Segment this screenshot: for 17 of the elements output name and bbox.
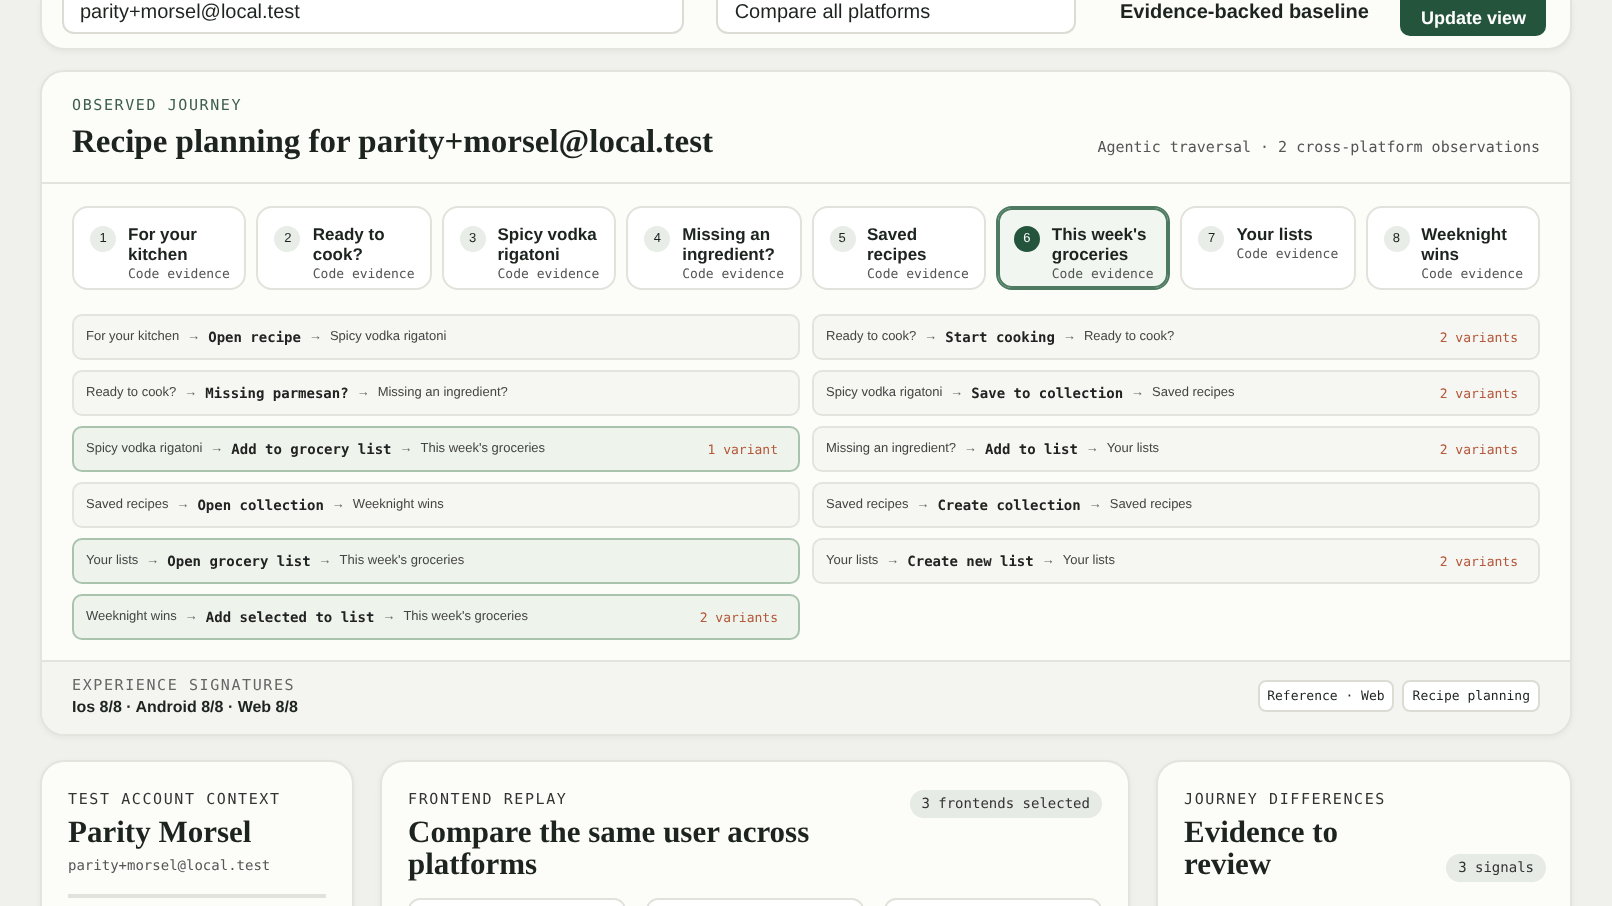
step-title: This week's groceries	[1051, 224, 1149, 264]
step-title: Saved recipes	[867, 224, 929, 264]
signatures-value: Ios 8/8 · Android 8/8 · Web 8/8	[72, 698, 298, 716]
replay-title: Compare the same user across platforms	[408, 818, 812, 882]
platform-select[interactable]: Compare all platforms	[716, 0, 1076, 34]
account-field[interactable]: parity+morsel@local.test	[62, 0, 685, 34]
step-title: Ready to cook?	[312, 224, 387, 264]
step-title: For your kitchen	[128, 224, 199, 264]
step-title: Weeknight wins	[1421, 224, 1509, 264]
step-title: Spicy vodka rigatoni	[497, 224, 599, 264]
update-button[interactable]: Update view	[1400, 0, 1546, 36]
journey-title: Recipe planning for parity+morsel@local.test	[72, 122, 713, 162]
account-name: Parity Morsel	[68, 818, 254, 850]
step-title: Missing an ingredient?	[682, 224, 777, 264]
differences-title: Evidence to review	[1184, 818, 1341, 882]
step-title: Your lists	[1236, 224, 1315, 244]
baseline-label: Evidence-backed baseline	[1119, 0, 1369, 28]
